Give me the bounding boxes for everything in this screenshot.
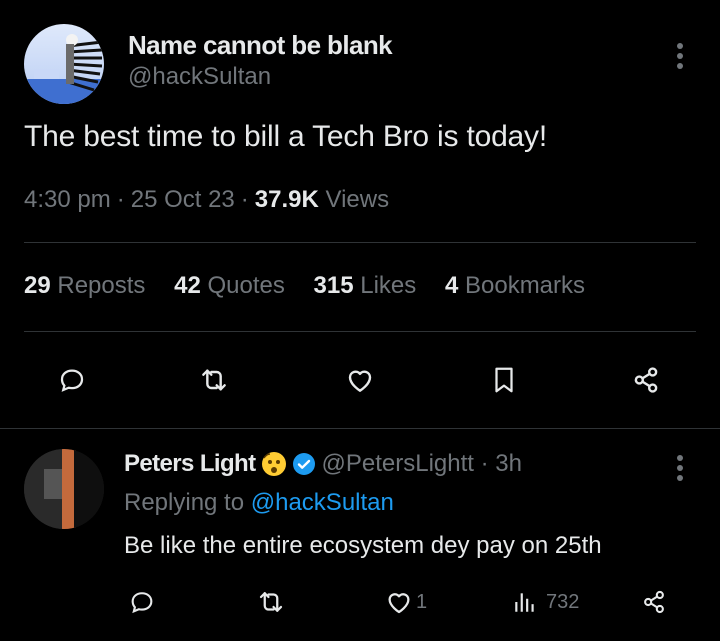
engagement-stats: 29 Reposts 42 Quotes 315 Likes 4 Bookmar… bbox=[24, 272, 607, 300]
views-label: Views bbox=[325, 186, 390, 213]
more-options-icon[interactable] bbox=[664, 36, 696, 76]
reply-view-count: 732 bbox=[546, 590, 580, 613]
repost-icon[interactable] bbox=[194, 360, 234, 400]
replying-to: Replying to @hackSultan bbox=[124, 489, 394, 517]
reply-author-name[interactable]: Peters Light bbox=[124, 450, 256, 478]
tweet-time[interactable]: 4:30 pm bbox=[24, 186, 111, 213]
author-handle[interactable]: @hackSultan bbox=[128, 63, 271, 91]
views-count: 37.9K bbox=[254, 186, 319, 213]
replying-prefix: Replying to bbox=[124, 489, 245, 516]
reply-icon[interactable] bbox=[52, 360, 92, 400]
author-name[interactable]: Name cannot be blank bbox=[128, 30, 393, 61]
tweet-text: The best time to bill a Tech Bro is toda… bbox=[24, 120, 547, 153]
share-icon bbox=[640, 588, 668, 616]
divider bbox=[24, 331, 696, 332]
stat-bookmarks[interactable]: 4 Bookmarks bbox=[445, 272, 585, 299]
reply-share-button[interactable] bbox=[640, 584, 668, 620]
author-avatar[interactable] bbox=[24, 24, 104, 104]
tweet-meta: 4:30 pm · 25 Oct 23 · 37.9K Views bbox=[24, 186, 390, 213]
bookmark-icon[interactable] bbox=[484, 360, 524, 400]
divider bbox=[0, 428, 720, 429]
stat-quotes[interactable]: 42 Quotes bbox=[174, 272, 285, 299]
replying-to-link[interactable]: @hackSultan bbox=[251, 489, 394, 516]
reply-author-avatar[interactable] bbox=[24, 449, 104, 529]
reply-repost-button[interactable] bbox=[256, 584, 286, 620]
reply-time[interactable]: 3h bbox=[495, 450, 522, 478]
divider bbox=[24, 242, 696, 243]
reply-reply-button[interactable] bbox=[128, 584, 156, 620]
like-icon[interactable] bbox=[340, 360, 380, 400]
reply-like-button[interactable]: 1 bbox=[384, 584, 427, 620]
tweet-date[interactable]: 25 Oct 23 bbox=[131, 186, 235, 213]
share-icon[interactable] bbox=[626, 360, 666, 400]
views-icon bbox=[512, 588, 538, 616]
stat-likes[interactable]: 315 Likes bbox=[314, 272, 417, 299]
reply-dot: · bbox=[473, 450, 496, 477]
reply-icon bbox=[128, 588, 156, 616]
repost-icon bbox=[256, 587, 286, 617]
like-icon bbox=[384, 587, 414, 617]
reply-like-count: 1 bbox=[416, 590, 428, 613]
reply-header: Peters Light @PetersLightt · 3h bbox=[124, 450, 522, 478]
reply-views-button[interactable]: 732 bbox=[512, 584, 579, 620]
more-options-icon[interactable] bbox=[664, 448, 696, 488]
reply-author-handle[interactable]: @PetersLightt bbox=[322, 450, 474, 478]
stat-reposts[interactable]: 29 Reposts bbox=[24, 272, 145, 299]
reply-text: Be like the entire ecosystem dey pay on … bbox=[124, 532, 602, 559]
emoji-badge-icon bbox=[260, 450, 288, 478]
verified-badge-icon bbox=[292, 452, 316, 476]
